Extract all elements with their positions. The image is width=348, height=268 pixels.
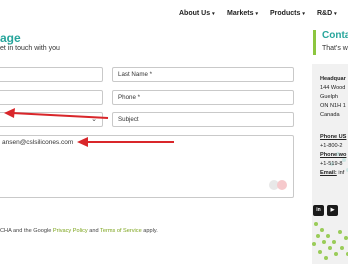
phone-us-label: Phone US	[320, 134, 347, 140]
first-name-field[interactable]	[0, 67, 103, 82]
decorative-pattern	[312, 152, 348, 260]
youtube-icon[interactable]: ▶	[327, 205, 338, 216]
subject-placeholder: Subject	[118, 116, 139, 123]
nav-rnd[interactable]: R&D ▾	[317, 10, 337, 17]
hq-label: Headquar	[320, 76, 346, 82]
footer-prefix: CHA and the Google	[0, 228, 53, 234]
recaptcha-notice: CHA and the Google Privacy Policy and Te…	[0, 228, 158, 234]
address-line-3: ON N1H 1	[320, 103, 346, 109]
phone-placeholder: Phone *	[118, 94, 141, 101]
page-title: age	[0, 31, 21, 45]
email-label: Email:	[320, 170, 337, 176]
phone-us-value[interactable]: +1-800-2	[320, 143, 343, 149]
phone-field[interactable]: Phone *	[112, 90, 294, 105]
chevron-down-icon: ▾	[255, 11, 258, 17]
footer-middle: and	[87, 228, 101, 234]
footer-suffix: apply.	[141, 228, 158, 234]
page-subtitle: et in touch with you	[0, 45, 60, 52]
last-name-field[interactable]: Last Name *	[112, 67, 294, 82]
chevron-down-icon: ▾	[212, 11, 215, 17]
annotation-arrow-email	[77, 137, 174, 147]
nav-products[interactable]: Products ▾	[270, 10, 305, 17]
chevron-down-icon: ▾	[302, 11, 305, 17]
subject-field[interactable]: Subject	[112, 112, 294, 127]
nav-rnd-label: R&D	[317, 10, 333, 17]
nav-about-us[interactable]: About Us ▾	[179, 10, 215, 17]
linkedin-icon[interactable]: in	[313, 205, 324, 216]
contact-panel: Headquar 144 Wood Guelph ON N1H 1 Canada…	[312, 64, 348, 264]
address-line-1: 144 Wood	[320, 85, 346, 91]
phone-world-value[interactable]: +1-519-8	[320, 161, 343, 167]
contact-subtitle: That's w	[322, 45, 348, 52]
email-value[interactable]: inf	[337, 170, 344, 176]
privacy-policy-link[interactable]: Privacy Policy	[53, 228, 88, 234]
message-text: ansen@cslsilicones.com	[2, 139, 74, 146]
terms-of-service-link[interactable]: Terms of Service	[100, 228, 142, 234]
email-line: Email: inf	[320, 170, 344, 176]
accent-bar	[313, 30, 316, 55]
annotation-arrow-select	[4, 108, 109, 119]
nav-about-us-label: About Us	[179, 10, 211, 17]
nav-markets[interactable]: Markets ▾	[227, 10, 258, 17]
address-line-4: Canada	[320, 112, 340, 118]
recaptcha-icon[interactable]	[268, 178, 290, 192]
nav-markets-label: Markets	[227, 10, 254, 17]
phone-world-label: Phone wo	[320, 152, 347, 158]
nav-products-label: Products	[270, 10, 301, 17]
last-name-placeholder: Last Name *	[118, 71, 153, 78]
chevron-down-icon: ▾	[334, 11, 337, 17]
email-field-row2[interactable]	[0, 90, 103, 105]
address-line-2: Guelph	[320, 94, 339, 100]
contact-title: Conta	[322, 30, 348, 41]
